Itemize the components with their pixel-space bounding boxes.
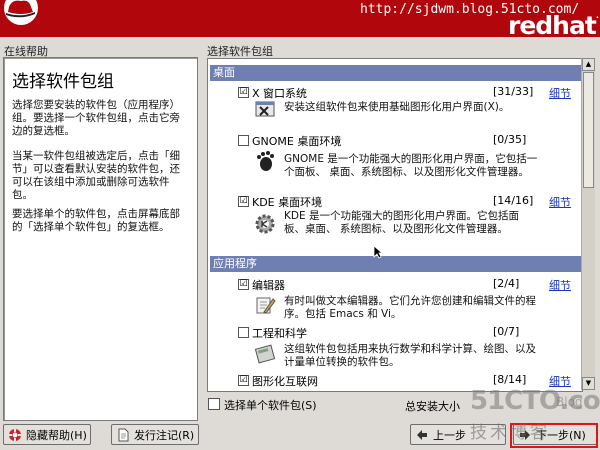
group-checkbox[interactable] bbox=[238, 135, 249, 146]
group-checkbox[interactable]: ☑ bbox=[238, 375, 249, 386]
package-list-scrollbar[interactable]: ▲ ▼ bbox=[581, 58, 595, 390]
hide-help-label: 隐藏帮助(H) bbox=[26, 429, 87, 442]
release-notes-label: 发行注记(R) bbox=[134, 429, 195, 442]
help-title: 选择软件包组 bbox=[12, 72, 114, 92]
help-paragraph: 要选择单个的软件包，点击屏幕底部的「选择单个软件包」的复选框。 bbox=[12, 208, 180, 233]
help-panel: 选择软件包组 选择您要安装的软件包（应用程序）组。要选择一个软件包组，点击它旁边… bbox=[3, 57, 198, 421]
x-window-icon bbox=[255, 101, 275, 117]
category-applications: 应用程序 bbox=[210, 256, 581, 272]
group-checkbox[interactable]: ☑ bbox=[238, 279, 249, 290]
package-group-list[interactable]: 桌面 ☑ X 窗口系统 [31/33] 细节 安装这组软件包来使用基础图形化用户… bbox=[207, 58, 583, 392]
lifebuoy-icon bbox=[9, 429, 21, 441]
category-desktop: 桌面 bbox=[210, 65, 581, 81]
detail-link[interactable]: 细节 bbox=[549, 194, 571, 210]
mouse-cursor-icon bbox=[373, 245, 383, 259]
redhat-shadowman-icon bbox=[4, 0, 38, 25]
back-label: 上一步 bbox=[433, 429, 466, 442]
help-paragraph: 当某一软件包组被选定后，点击「细节」可以查看默认安装的软件包，还可以在该组中添加… bbox=[12, 150, 180, 201]
group-count: [8/14] bbox=[493, 373, 527, 386]
release-notes-button[interactable]: 发行注记(R) bbox=[111, 424, 199, 445]
total-install-size-label: 总安装大小 bbox=[405, 400, 460, 413]
package-section-label: 选择软件包组 bbox=[207, 45, 273, 58]
header-banner: http://sjdwm.blog.51cto.com/ redhat. bbox=[0, 0, 600, 37]
group-description: KDE 是一个功能强大的图形化用户界面。它包括面板、桌面、 系统图标、以及图形化… bbox=[284, 210, 519, 235]
group-checkbox[interactable]: ☑ bbox=[238, 196, 249, 207]
hide-help-button[interactable]: 隐藏帮助(H) bbox=[3, 424, 91, 445]
calculator-icon bbox=[254, 344, 276, 364]
group-name: 编辑器 bbox=[252, 279, 285, 292]
group-description: 有时叫做文本编辑器。它们允许您创建和编辑文件的程序。包括 Emacs 和 Vi。 bbox=[284, 295, 536, 320]
detail-link[interactable]: 细节 bbox=[549, 85, 571, 101]
watermark-blog: Blog bbox=[556, 395, 583, 409]
arrow-left-icon bbox=[417, 430, 427, 440]
single-packages-label: 选择单个软件包(S) bbox=[224, 399, 317, 412]
detail-link[interactable]: 细节 bbox=[549, 277, 571, 293]
group-description: 安装这组软件包来使用基础图形化用户界面(X)。 bbox=[284, 101, 510, 113]
group-count: [2/4] bbox=[493, 277, 520, 290]
redhat-logo: redhat. bbox=[508, 11, 599, 37]
group-checkbox[interactable]: ☑ bbox=[238, 87, 249, 98]
group-name: GNOME 桌面环境 bbox=[252, 135, 342, 148]
watermark-tech-blog: 技术博客 bbox=[470, 423, 550, 443]
help-paragraph: 选择您要安装的软件包（应用程序）组。要选择一个软件包组，点击它旁边的复选框。 bbox=[12, 99, 180, 137]
group-description: 这组软件包包括用来执行数学和科学计算、绘图、以及计量单位转换的软件包。 bbox=[284, 343, 536, 368]
group-count: [0/7] bbox=[493, 325, 520, 338]
group-count: [14/16] bbox=[493, 194, 534, 207]
editor-pen-icon bbox=[256, 297, 276, 314]
group-count: [0/35] bbox=[493, 133, 527, 146]
group-count: [31/33] bbox=[493, 85, 534, 98]
document-icon bbox=[118, 428, 129, 442]
group-checkbox[interactable] bbox=[238, 327, 249, 338]
group-description: GNOME 是一个功能强大的图形化用户界面，它包括一个面板、 桌面、系统图标、以… bbox=[284, 153, 538, 178]
kde-gear-icon bbox=[255, 214, 275, 234]
group-name: 工程和科学 bbox=[252, 327, 307, 340]
single-packages-checkbox[interactable] bbox=[208, 398, 220, 410]
group-name: KDE 桌面环境 bbox=[252, 196, 323, 209]
group-name: 图形化互联网 bbox=[252, 375, 318, 388]
scroll-thumb[interactable] bbox=[583, 72, 594, 188]
gnome-foot-icon bbox=[257, 151, 274, 171]
scroll-up-arrow-icon[interactable]: ▲ bbox=[582, 58, 595, 71]
